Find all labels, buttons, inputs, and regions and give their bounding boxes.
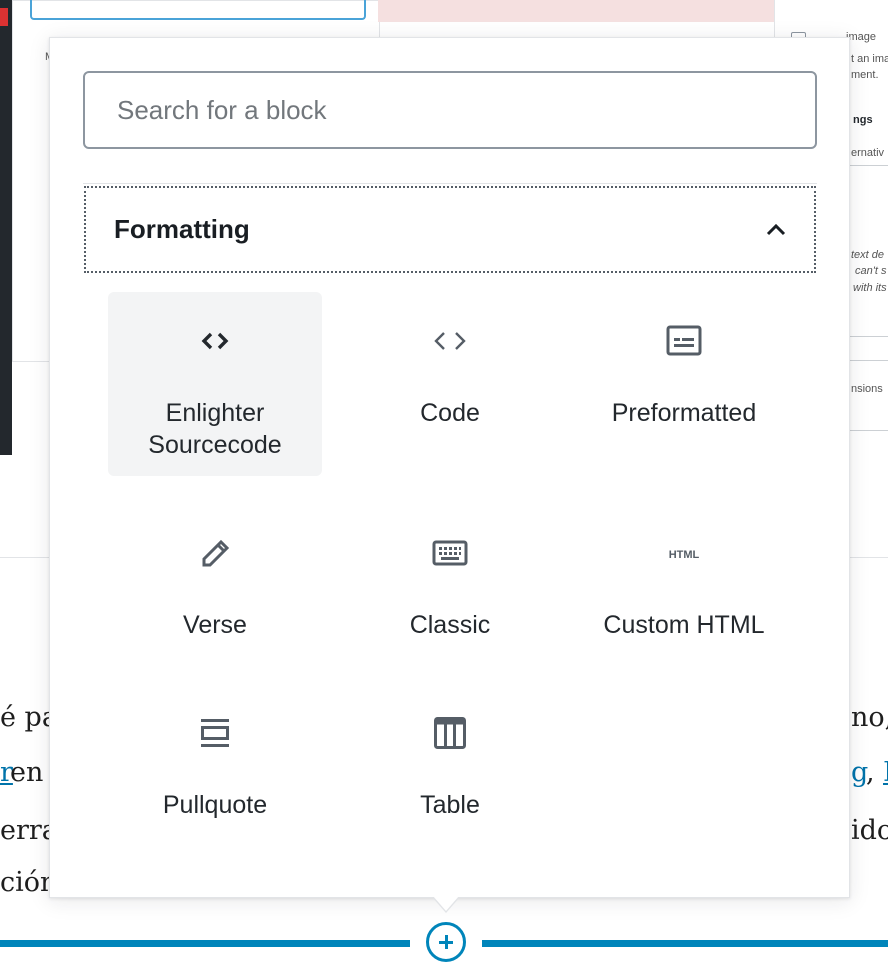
paragraph-text: ido xyxy=(851,815,888,846)
sidebar-text: can't s xyxy=(855,265,887,277)
sidebar-text: with its xyxy=(853,282,887,294)
block-label: Enlighter Sourcecode xyxy=(108,397,322,461)
sidebar-text: text de xyxy=(851,249,885,261)
admin-sidebar xyxy=(0,0,12,455)
code-brackets-icon xyxy=(201,332,229,350)
sidebar-text: t an ima xyxy=(851,53,888,65)
block-item-verse[interactable]: Verse xyxy=(108,504,322,688)
preformatted-icon xyxy=(666,325,702,356)
block-item-pullquote[interactable]: Pullquote xyxy=(108,684,322,868)
sidebar-input[interactable] xyxy=(850,165,888,166)
block-search-input[interactable] xyxy=(83,71,817,149)
media-input-field[interactable] xyxy=(30,0,366,20)
block-label-text: Enlighter Sourcecode xyxy=(148,399,282,459)
paragraph-text: en xyxy=(10,757,44,788)
paragraph-text: no, xyxy=(851,702,888,733)
sidebar-divider xyxy=(850,360,888,361)
block-item-classic[interactable]: Classic xyxy=(343,504,557,688)
paragraph-link[interactable]: I xyxy=(883,757,888,788)
search-divider xyxy=(83,183,817,184)
svg-text:HTML: HTML xyxy=(669,549,700,561)
block-item-preformatted[interactable]: Preformatted xyxy=(577,292,791,476)
code-icon xyxy=(434,332,466,350)
admin-notice-marker xyxy=(0,8,8,26)
block-item-custom-html[interactable]: HTML Custom HTML xyxy=(577,504,791,688)
block-item-code[interactable]: Code xyxy=(343,292,557,476)
sidebar-text: ment. xyxy=(851,69,879,81)
panel-toggle-formatting[interactable]: Formatting xyxy=(84,186,816,273)
block-item-table[interactable]: Table xyxy=(343,684,557,868)
notice-bar xyxy=(378,0,776,22)
block-label: Code xyxy=(420,399,480,427)
chevron-up-icon xyxy=(766,223,786,236)
block-label: Preformatted xyxy=(611,399,757,427)
block-label: Classic xyxy=(409,611,491,639)
block-item-enlighter-sourcecode[interactable]: Enlighter Sourcecode xyxy=(108,292,322,476)
sidebar-text: image xyxy=(846,31,876,43)
keyboard-icon xyxy=(432,540,468,566)
sidebar-text: ernativ xyxy=(851,147,885,159)
panel-title: Formatting xyxy=(114,214,250,244)
sidebar-heading: ngs xyxy=(853,114,873,126)
block-label: Custom HTML xyxy=(603,611,765,639)
pencil-icon xyxy=(202,539,230,567)
inserter-line xyxy=(482,940,888,947)
block-label: Verse xyxy=(183,611,247,639)
plus-icon-vertical xyxy=(444,935,448,949)
inserter-line xyxy=(0,940,410,947)
sidebar-divider xyxy=(850,336,888,337)
add-block-button[interactable] xyxy=(426,922,466,962)
block-label: Table xyxy=(420,791,480,819)
paragraph-text: , xyxy=(866,757,875,788)
popover-arrow-inner xyxy=(433,896,459,911)
html-icon: HTML xyxy=(669,549,700,561)
sidebar-text: nsions xyxy=(851,383,883,395)
sidebar-divider xyxy=(850,430,888,431)
pullquote-icon xyxy=(201,719,229,747)
table-icon xyxy=(434,717,466,749)
block-label: Pullquote xyxy=(162,791,268,819)
